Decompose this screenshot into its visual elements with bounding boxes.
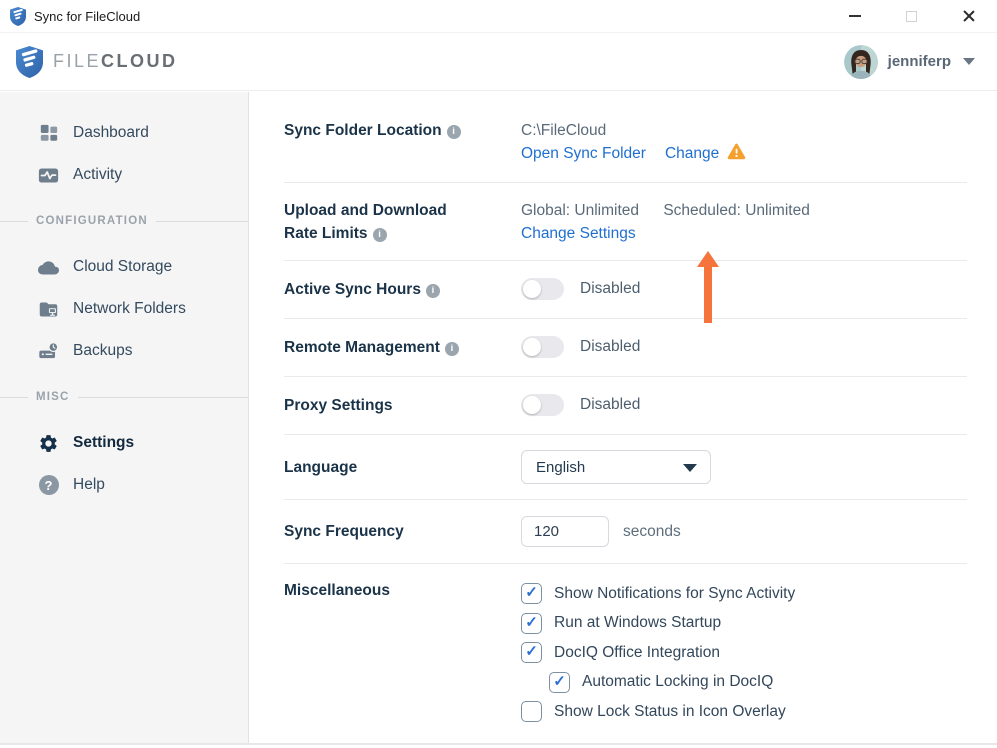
row-miscellaneous: Miscellaneous ✓ Show Notifications for S… <box>284 564 967 747</box>
sidebar-item-dashboard[interactable]: Dashboard <box>0 112 248 154</box>
sidebar-item-label: Settings <box>73 434 134 452</box>
maximize-button[interactable] <box>883 0 940 33</box>
language-select[interactable]: English <box>521 450 711 484</box>
remote-management-label: Remote Managementi <box>284 336 476 359</box>
sidebar-section-misc: MISC <box>0 372 248 422</box>
checkbox-label: Automatic Locking in DocIQ <box>582 673 773 691</box>
sync-frequency-input[interactable] <box>521 516 609 547</box>
sidebar: Dashboard Activity CONFIGURATION Cloud S… <box>0 92 249 743</box>
checkbox-label: Show Notifications for Sync Activity <box>554 585 795 603</box>
checkbox-label: Show Lock Status in Icon Overlay <box>554 703 786 721</box>
language-label: Language <box>284 456 476 479</box>
row-rate-limits: Upload and Download Rate Limitsi Global:… <box>284 183 967 261</box>
close-button[interactable] <box>940 0 997 33</box>
row-sync-folder-location: Sync Folder Locationi C:\FileCloud Open … <box>284 92 967 183</box>
minimize-button[interactable] <box>826 0 883 33</box>
close-icon <box>962 9 976 23</box>
checkbox-row-automatic-locking: ✓ Automatic Locking in DocIQ <box>549 668 967 698</box>
remote-management-status: Disabled <box>580 338 640 356</box>
active-sync-hours-label: Active Sync Hoursi <box>284 278 476 301</box>
proxy-settings-status: Disabled <box>580 396 640 414</box>
sidebar-item-activity[interactable]: Activity <box>0 154 248 196</box>
sidebar-item-help[interactable]: ? Help <box>0 464 248 506</box>
avatar[interactable] <box>844 45 878 79</box>
section-header-configuration: CONFIGURATION <box>28 215 156 227</box>
window-bottom-border <box>0 743 997 745</box>
checkbox-row-lock-status-overlay: Show Lock Status in Icon Overlay <box>521 697 967 727</box>
checkbox-label: Run at Windows Startup <box>554 614 721 632</box>
show-notifications-checkbox[interactable]: ✓ <box>521 583 542 604</box>
sidebar-item-label: Help <box>73 476 105 494</box>
checkbox-row-show-notifications: ✓ Show Notifications for Sync Activity <box>521 579 967 609</box>
sync-folder-path: C:\FileCloud <box>521 119 967 142</box>
row-remote-management: Remote Managementi Disabled <box>284 319 967 377</box>
sidebar-item-label: Cloud Storage <box>73 258 172 276</box>
checkbox-row-run-at-startup: ✓ Run at Windows Startup <box>521 609 967 639</box>
sidebar-item-network-folders[interactable]: Network Folders <box>0 288 248 330</box>
sidebar-item-settings[interactable]: Settings <box>0 422 248 464</box>
lock-status-overlay-checkbox[interactable] <box>521 701 542 722</box>
sidebar-item-label: Backups <box>73 342 132 360</box>
sync-for-filecloud-window: Sync for FileCloud FILECLOUD jenniferp <box>0 0 997 748</box>
minimize-icon <box>849 15 861 17</box>
chevron-down-icon <box>683 464 697 472</box>
row-proxy-settings: Proxy Settings Disabled <box>284 377 967 435</box>
row-active-sync-hours: Active Sync Hoursi Disabled <box>284 261 967 319</box>
info-icon[interactable]: i <box>426 284 440 298</box>
rate-limits-label: Upload and Download Rate Limitsi <box>284 199 476 245</box>
account-menu[interactable]: jenniferp <box>844 45 975 79</box>
section-header-misc: MISC <box>28 391 78 403</box>
info-icon[interactable]: i <box>447 125 461 139</box>
proxy-settings-toggle[interactable] <box>521 394 564 416</box>
change-settings-link[interactable]: Change Settings <box>521 225 636 242</box>
proxy-settings-label: Proxy Settings <box>284 394 476 417</box>
backup-drive-clock-icon <box>38 341 59 362</box>
chevron-down-icon <box>963 58 975 65</box>
sync-frequency-unit: seconds <box>623 523 681 541</box>
settings-panel: Sync Folder Locationi C:\FileCloud Open … <box>249 92 997 743</box>
row-language: Language English <box>284 435 967 500</box>
cloud-icon <box>38 257 59 278</box>
active-sync-hours-status: Disabled <box>580 280 640 298</box>
open-sync-folder-link[interactable]: Open Sync Folder <box>521 142 646 165</box>
rate-limit-scheduled: Scheduled: Unlimited <box>663 199 809 222</box>
dociq-integration-checkbox[interactable]: ✓ <box>521 642 542 663</box>
sync-frequency-label: Sync Frequency <box>284 520 476 543</box>
sidebar-section-configuration: CONFIGURATION <box>0 196 248 246</box>
checkbox-row-dociq-integration: ✓ DocIQ Office Integration <box>521 638 967 668</box>
sidebar-item-backups[interactable]: Backups <box>0 330 248 372</box>
network-folder-icon <box>38 299 59 320</box>
filecloud-shield-icon <box>16 46 43 78</box>
logo-wordmark: FILECLOUD <box>53 51 178 72</box>
activity-pulse-icon <box>38 165 59 186</box>
filecloud-shield-icon <box>10 7 26 26</box>
sidebar-item-label: Network Folders <box>73 300 186 318</box>
checkbox-label: DocIQ Office Integration <box>554 644 720 662</box>
filecloud-logo: FILECLOUD <box>16 46 178 78</box>
rate-limit-global: Global: Unlimited <box>521 199 639 222</box>
info-icon[interactable]: i <box>373 228 387 242</box>
gear-icon <box>38 433 59 454</box>
title-bar: Sync for FileCloud <box>0 0 997 33</box>
sync-folder-location-label: Sync Folder Locationi <box>284 119 476 142</box>
info-icon[interactable]: i <box>445 342 459 356</box>
language-selected-value: English <box>536 459 585 476</box>
sidebar-item-label: Dashboard <box>73 124 149 142</box>
sidebar-item-cloud-storage[interactable]: Cloud Storage <box>0 246 248 288</box>
question-circle-icon: ? <box>38 475 59 496</box>
window-title: Sync for FileCloud <box>34 9 140 24</box>
remote-management-toggle[interactable] <box>521 336 564 358</box>
row-sync-frequency: Sync Frequency seconds <box>284 500 967 564</box>
sidebar-item-label: Activity <box>73 166 122 184</box>
run-at-startup-checkbox[interactable]: ✓ <box>521 613 542 634</box>
app-header: FILECLOUD jenniferp <box>0 33 997 91</box>
miscellaneous-label: Miscellaneous <box>284 579 476 602</box>
username[interactable]: jenniferp <box>888 53 951 70</box>
dashboard-grid-icon <box>38 123 59 144</box>
active-sync-hours-toggle[interactable] <box>521 278 564 300</box>
maximize-icon <box>906 11 917 22</box>
change-folder-link[interactable]: Change <box>665 142 719 165</box>
warning-triangle-icon <box>727 143 746 165</box>
automatic-locking-checkbox[interactable]: ✓ <box>549 672 570 693</box>
